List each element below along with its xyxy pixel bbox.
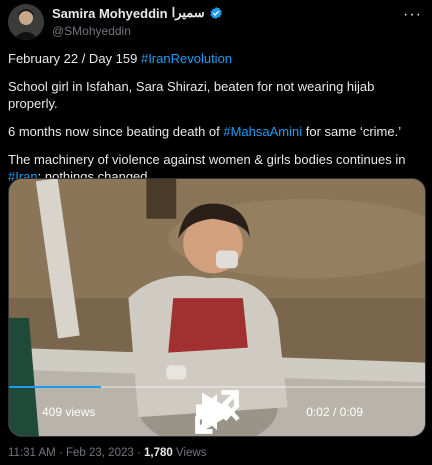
views-label: Views	[172, 447, 207, 459]
tweet-line: 6 months now since beating death of #Mah…	[8, 124, 402, 139]
author-name[interactable]: Samira Mohyeddin	[52, 6, 168, 21]
fullscreen-icon[interactable]	[9, 388, 425, 436]
video-player[interactable]: 409 views 0:02 / 0:09	[8, 178, 426, 437]
tweet-meta: 11:31 AM · Feb 23, 2023 · 1,780 Views	[8, 447, 207, 459]
author-name-native[interactable]: سمیرا	[172, 5, 205, 21]
hashtag-link[interactable]: #MahsaAmini	[223, 124, 302, 139]
tweet-time[interactable]: 11:31 AM	[8, 447, 56, 459]
tweet-date[interactable]: Feb 23, 2023	[66, 447, 134, 459]
more-options-icon[interactable]: ···	[403, 6, 422, 24]
hashtag-link[interactable]: #IranRevolution	[141, 51, 232, 66]
tweet-header: Samira Mohyeddin سمیرا @SMohyeddin ···	[8, 2, 426, 42]
views-count: 1,780	[144, 447, 173, 459]
author-block: Samira Mohyeddin سمیرا @SMohyeddin	[52, 5, 223, 38]
verified-badge-icon	[210, 6, 222, 20]
tweet-line: School girl in Isfahan, Sara Shirazi, be…	[8, 79, 375, 111]
author-handle[interactable]: @SMohyeddin	[52, 24, 223, 38]
tweet-line: February 22 / Day 159 #IranRevolution	[8, 51, 233, 66]
tweet-text: February 22 / Day 159 #IranRevolution Sc…	[8, 50, 426, 196]
video-controls: 409 views 0:02 / 0:09	[9, 388, 425, 436]
avatar[interactable]	[8, 4, 44, 40]
